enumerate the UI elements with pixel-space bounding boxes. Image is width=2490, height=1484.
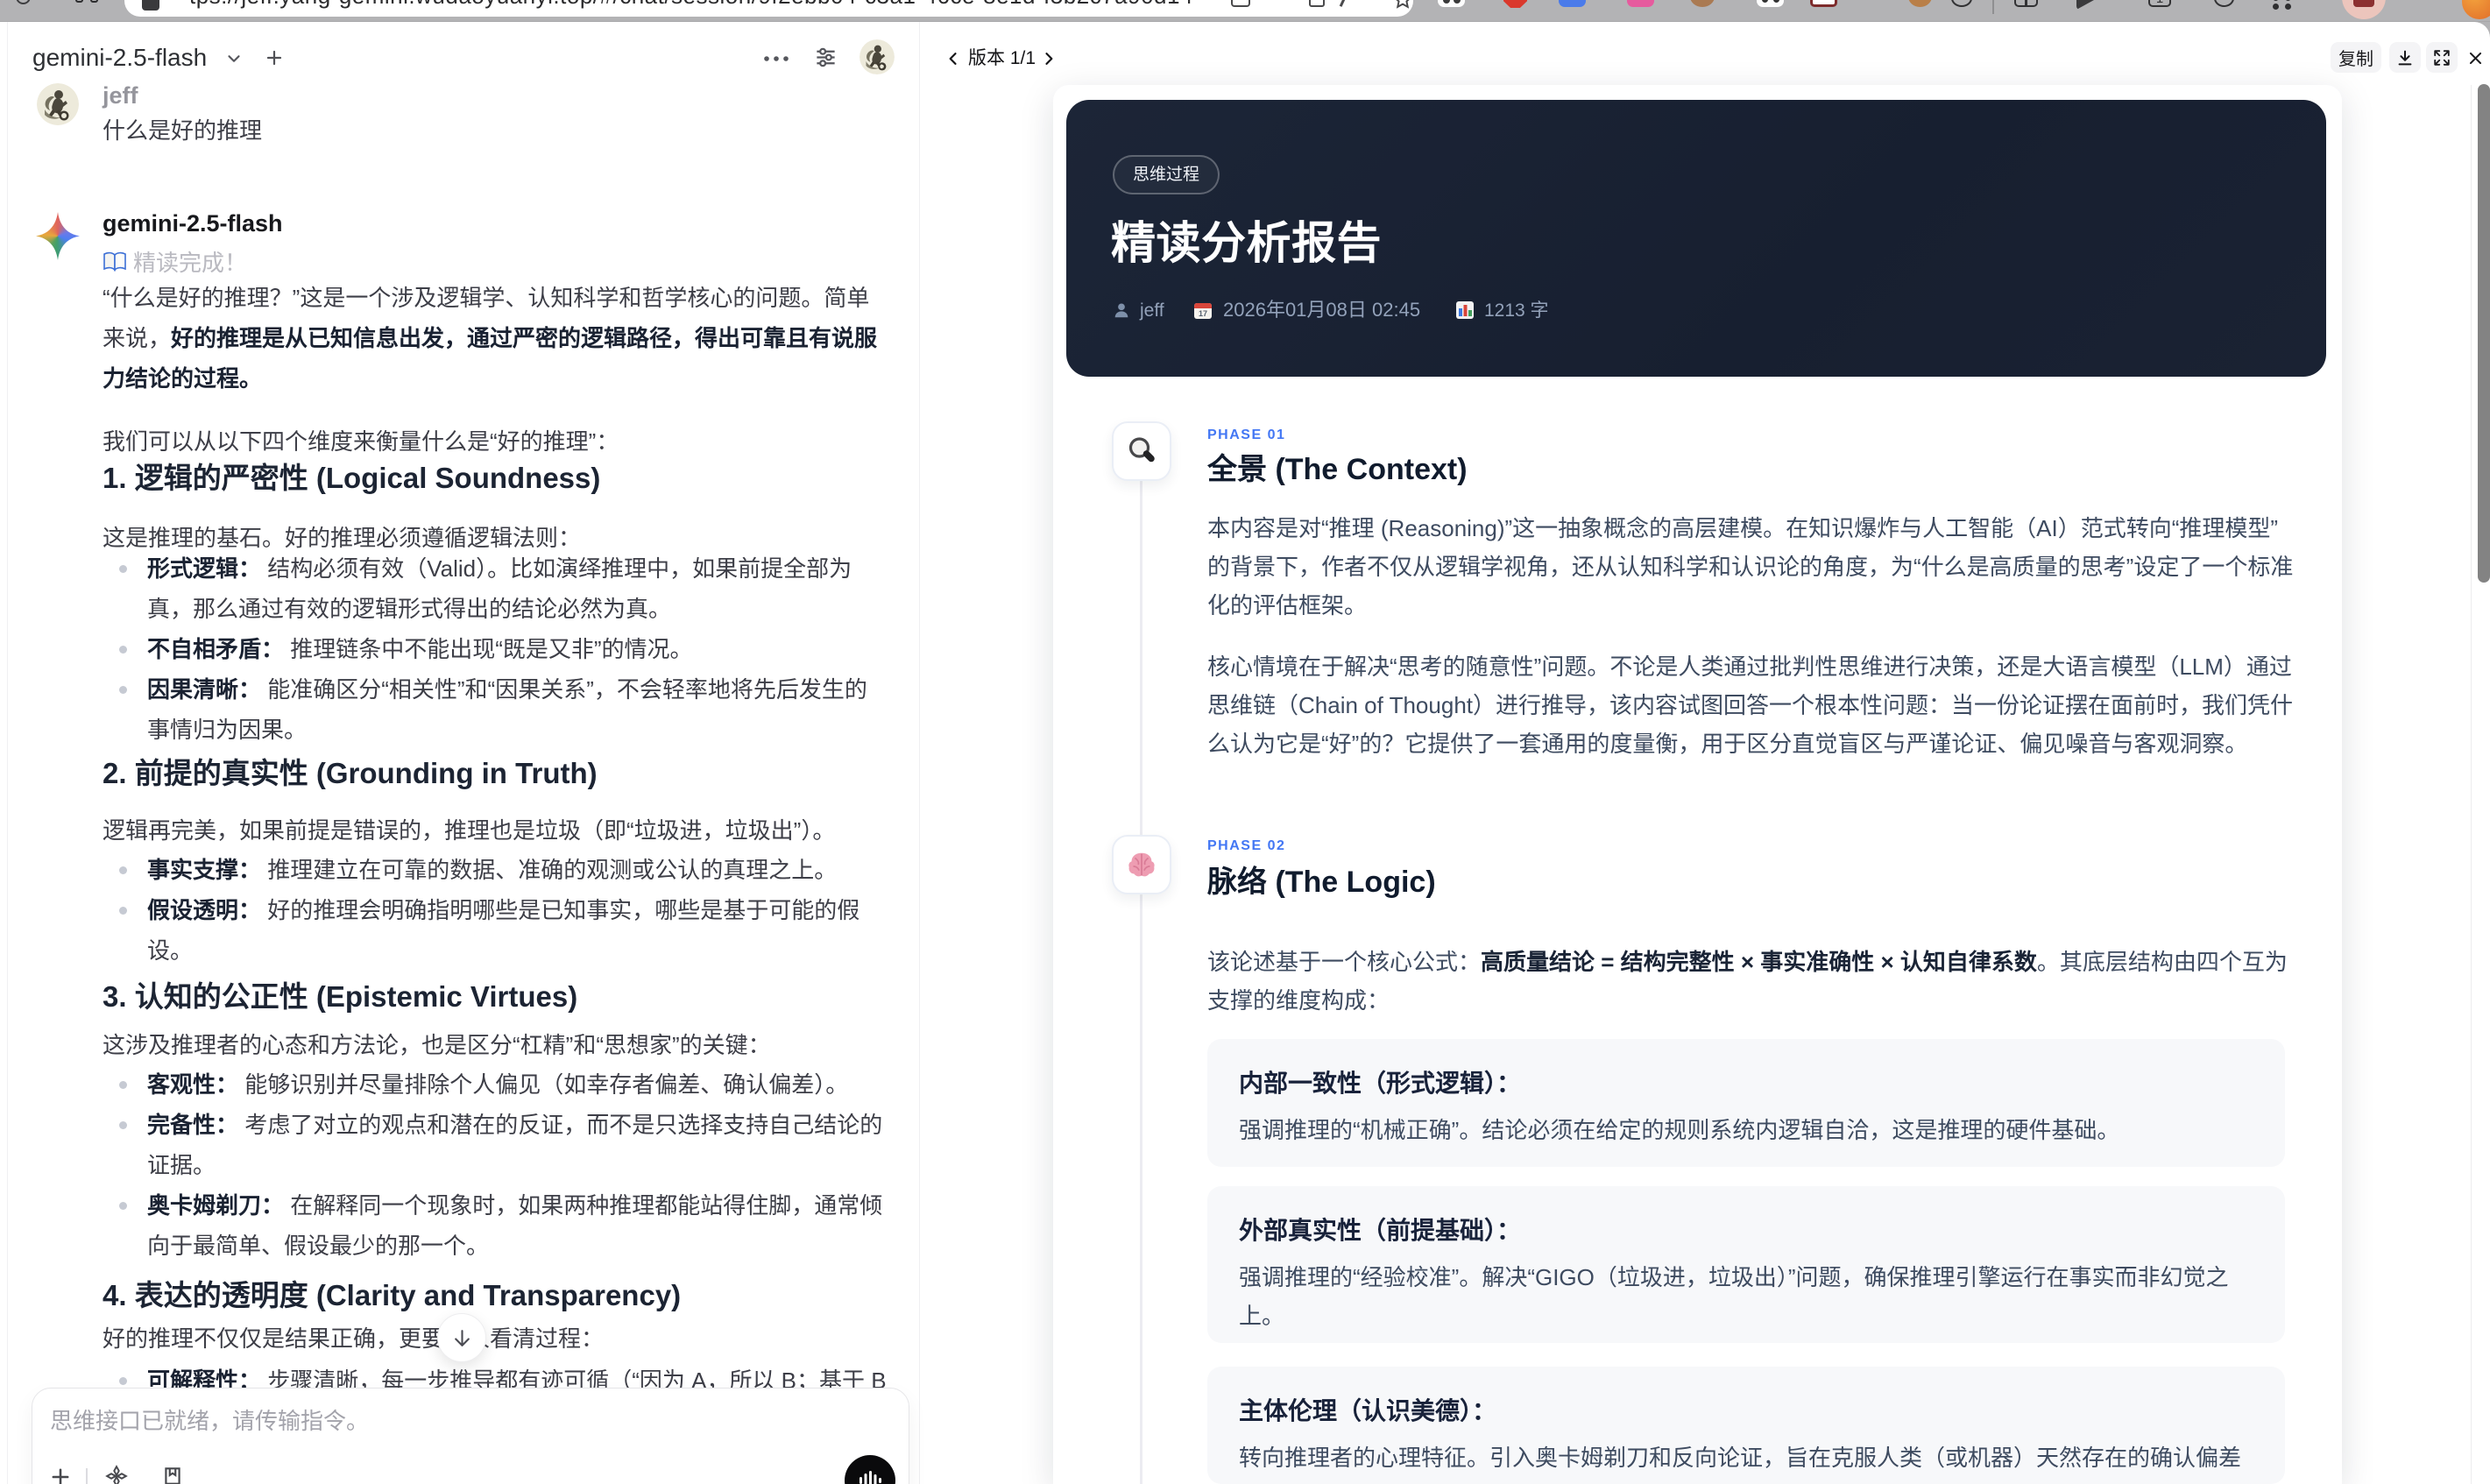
- svg-text:17: 17: [1199, 309, 1207, 318]
